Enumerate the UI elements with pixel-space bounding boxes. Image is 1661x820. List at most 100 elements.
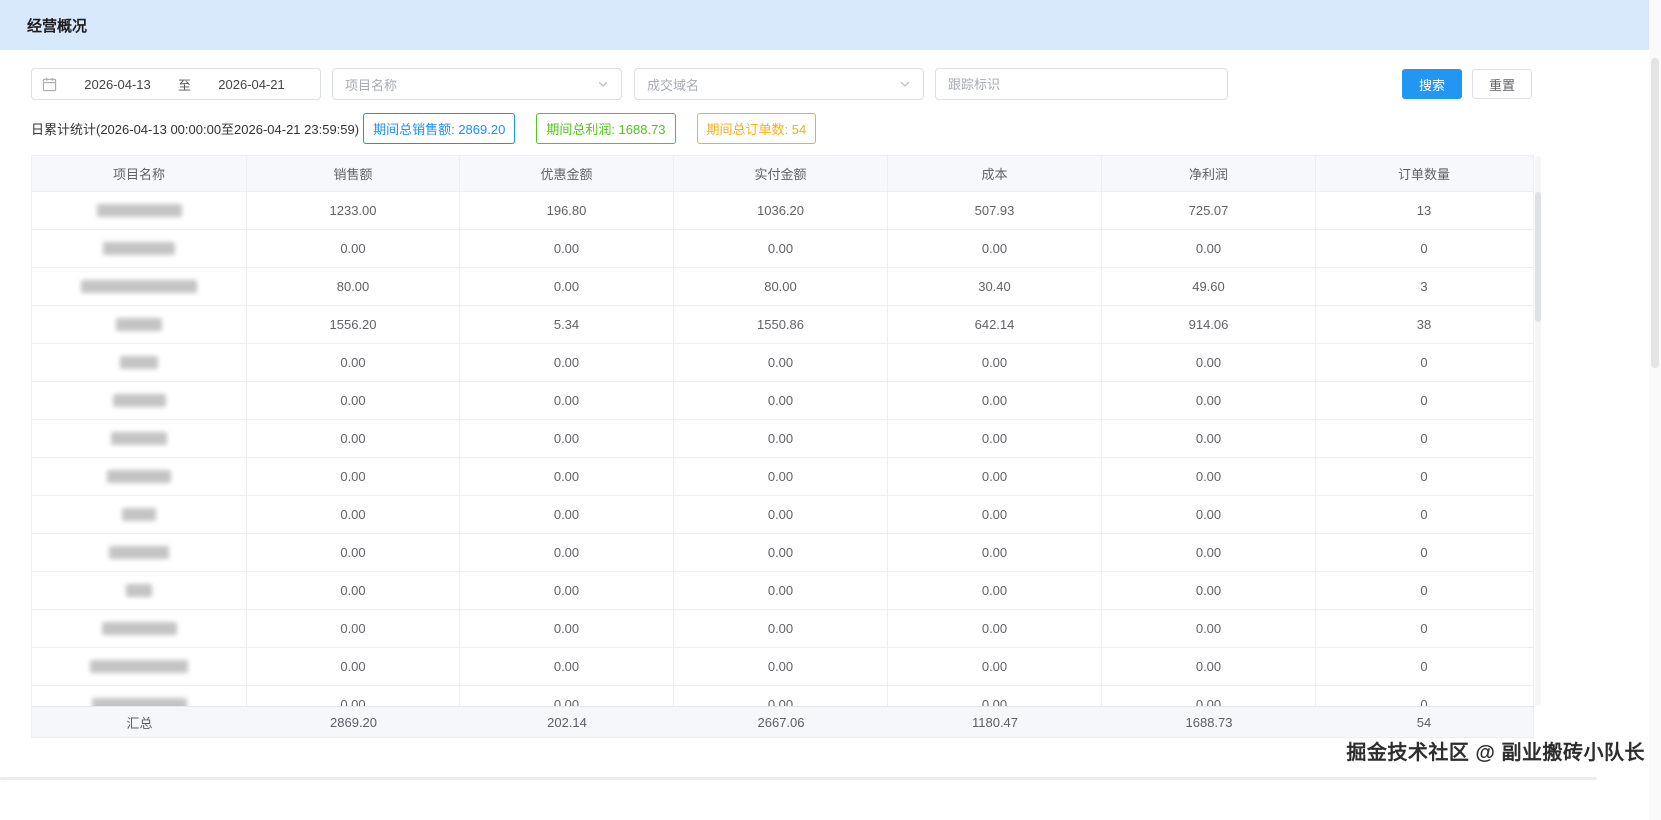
- redacted-project-name: [126, 584, 152, 597]
- value-cell: 0.00: [1102, 230, 1316, 267]
- date-separator: 至: [176, 75, 193, 94]
- value-cell: 0: [1316, 648, 1532, 685]
- table-row: 0.000.000.000.000.000: [32, 610, 1533, 648]
- value-cell: 0.00: [460, 344, 674, 381]
- value-cell: 49.60: [1102, 268, 1316, 305]
- column-header: 实付金额: [674, 156, 888, 191]
- project-name-select[interactable]: 项目名称: [332, 68, 622, 100]
- value-cell: 1550.86: [674, 306, 888, 343]
- redacted-project-name: [92, 698, 187, 706]
- stat-badge: 期间总订单数: 54: [697, 113, 817, 144]
- value-cell: 507.93: [888, 192, 1102, 229]
- value-cell: 725.07: [1102, 192, 1316, 229]
- value-cell: 0: [1316, 572, 1532, 609]
- summary-value: 1688.73: [1102, 707, 1316, 737]
- tracking-id-input[interactable]: [935, 68, 1228, 100]
- table-row: 0.000.000.000.000.000: [32, 686, 1533, 706]
- value-cell: 0.00: [888, 686, 1102, 706]
- value-cell: 0.00: [674, 458, 888, 495]
- table-row: 0.000.000.000.000.000: [32, 458, 1533, 496]
- date-start-input[interactable]: 2026-04-13: [59, 77, 176, 92]
- horizontal-scrollbar-track: [0, 777, 1597, 780]
- stat-badge: 期间总利润: 1688.73: [536, 113, 675, 144]
- value-cell: 0: [1316, 458, 1532, 495]
- table-row: 0.000.000.000.000.000: [32, 572, 1533, 610]
- summary-value: 202.14: [460, 707, 674, 737]
- value-cell: 196.80: [460, 192, 674, 229]
- value-cell: 0.00: [674, 610, 888, 647]
- value-cell: 0.00: [1102, 496, 1316, 533]
- project-name-cell: [32, 610, 247, 647]
- value-cell: 0.00: [888, 382, 1102, 419]
- deal-domain-select[interactable]: 成交域名: [634, 68, 924, 100]
- value-cell: 0.00: [1102, 382, 1316, 419]
- value-cell: 0: [1316, 344, 1532, 381]
- value-cell: 30.40: [888, 268, 1102, 305]
- value-cell: 0.00: [1102, 648, 1316, 685]
- table-scrollbar-thumb[interactable]: [1535, 192, 1541, 322]
- value-cell: 0.00: [1102, 420, 1316, 457]
- table-row: 0.000.000.000.000.000: [32, 648, 1533, 686]
- value-cell: 0: [1316, 686, 1532, 706]
- redacted-project-name: [122, 508, 156, 521]
- value-cell: 0.00: [460, 268, 674, 305]
- summary-value: 2869.20: [247, 707, 460, 737]
- page-title: 经营概况: [27, 15, 87, 36]
- calendar-icon: [42, 77, 57, 92]
- summary-label: 汇总: [32, 707, 247, 737]
- redacted-project-name: [116, 318, 162, 331]
- project-name-cell: [32, 306, 247, 343]
- value-cell: 0.00: [460, 458, 674, 495]
- project-name-cell: [32, 496, 247, 533]
- value-cell: 0.00: [888, 344, 1102, 381]
- value-cell: 0.00: [460, 382, 674, 419]
- project-name-cell: [32, 268, 247, 305]
- date-end-input[interactable]: 2026-04-21: [193, 77, 310, 92]
- value-cell: 0.00: [1102, 458, 1316, 495]
- redacted-project-name: [111, 432, 167, 445]
- value-cell: 0.00: [460, 610, 674, 647]
- value-cell: 0.00: [247, 382, 460, 419]
- value-cell: 3: [1316, 268, 1532, 305]
- value-cell: 0: [1316, 230, 1532, 267]
- project-name-cell: [32, 192, 247, 229]
- value-cell: 0.00: [674, 686, 888, 706]
- page-scrollbar-track: [1649, 0, 1661, 820]
- date-range-picker[interactable]: 2026-04-13 至 2026-04-21: [31, 68, 321, 100]
- value-cell: 0.00: [674, 230, 888, 267]
- value-cell: 0.00: [1102, 344, 1316, 381]
- value-cell: 0.00: [674, 496, 888, 533]
- project-name-cell: [32, 344, 247, 381]
- stat-badge: 期间总销售额: 2869.20: [363, 113, 515, 144]
- search-button[interactable]: 搜索: [1402, 69, 1462, 99]
- value-cell: 0.00: [247, 610, 460, 647]
- value-cell: 80.00: [674, 268, 888, 305]
- redacted-project-name: [102, 622, 177, 635]
- redacted-project-name: [81, 280, 197, 293]
- value-cell: 0.00: [247, 534, 460, 571]
- project-name-cell: [32, 382, 247, 419]
- column-header: 优惠金额: [460, 156, 674, 191]
- value-cell: 0.00: [460, 572, 674, 609]
- redacted-project-name: [107, 470, 171, 483]
- redacted-project-name: [109, 546, 169, 559]
- table-scrollbar-track: [1535, 156, 1541, 706]
- redacted-project-name: [97, 204, 182, 217]
- redacted-project-name: [113, 394, 166, 407]
- page-scrollbar-thumb[interactable]: [1651, 58, 1659, 368]
- value-cell: 0.00: [674, 534, 888, 571]
- value-cell: 0.00: [674, 382, 888, 419]
- value-cell: 0.00: [888, 648, 1102, 685]
- stat-badges: 期间总销售额: 2869.20 期间总利润: 1688.73 期间总订单数: 54: [359, 113, 816, 144]
- stats-bar: 日累计统计(2026-04-13 00:00:00至2026-04-21 23:…: [31, 115, 1540, 142]
- project-name-cell: [32, 572, 247, 609]
- reset-button[interactable]: 重置: [1472, 69, 1532, 99]
- value-cell: 38: [1316, 306, 1532, 343]
- summary-value: 1180.47: [888, 707, 1102, 737]
- value-cell: 0.00: [247, 686, 460, 706]
- table-row: 1233.00196.801036.20507.93725.0713: [32, 192, 1533, 230]
- value-cell: 0.00: [247, 496, 460, 533]
- value-cell: 0.00: [1102, 686, 1316, 706]
- value-cell: 0.00: [247, 230, 460, 267]
- summary-value: 2667.06: [674, 707, 888, 737]
